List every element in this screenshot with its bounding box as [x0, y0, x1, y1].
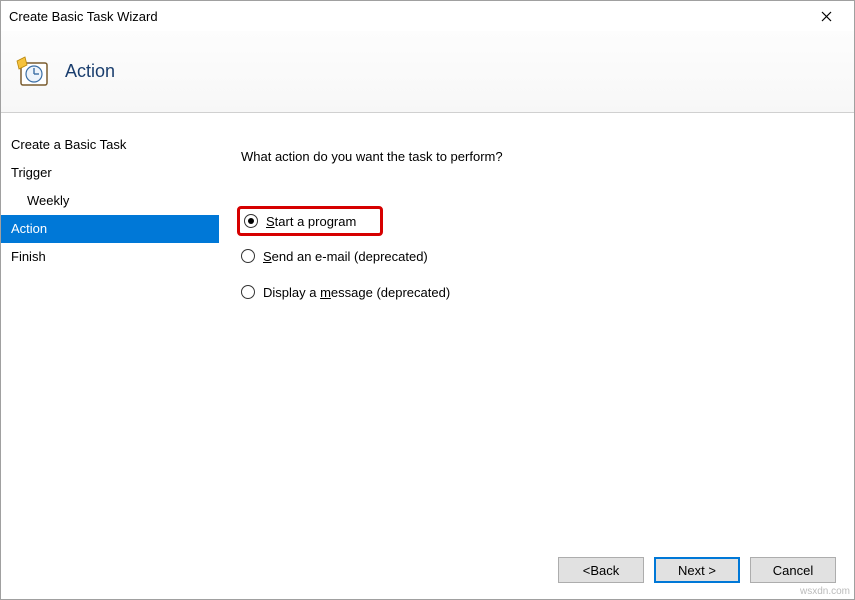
sidebar-item[interactable]: Trigger: [1, 159, 219, 187]
button-bar: < Back Next > Cancel: [558, 557, 836, 583]
radio-icon: [241, 249, 255, 263]
sidebar-item[interactable]: Create a Basic Task: [1, 131, 219, 159]
radio-icon: [244, 214, 258, 228]
radio-label: Display a message (deprecated): [263, 285, 450, 300]
sidebar-item[interactable]: Weekly: [1, 187, 219, 215]
wizard-sidebar: Create a Basic TaskTriggerWeeklyActionFi…: [1, 113, 219, 599]
radio-label: Send an e-mail (deprecated): [263, 249, 428, 264]
watermark: wsxdn.com: [800, 586, 850, 597]
wizard-body: Create a Basic TaskTriggerWeeklyActionFi…: [1, 113, 854, 599]
wizard-window: Create Basic Task Wizard Action Create a…: [0, 0, 855, 600]
radio-option[interactable]: Send an e-mail (deprecated): [241, 240, 834, 272]
close-icon: [821, 11, 832, 22]
radio-label: Start a program: [266, 214, 356, 229]
close-button[interactable]: [806, 2, 846, 30]
task-scheduler-icon: [15, 55, 49, 89]
sidebar-item[interactable]: Finish: [1, 243, 219, 271]
wizard-header: Action: [1, 31, 854, 113]
next-button[interactable]: Next >: [654, 557, 740, 583]
cancel-button[interactable]: Cancel: [750, 557, 836, 583]
wizard-content: What action do you want the task to perf…: [219, 113, 854, 599]
radio-option[interactable]: Display a message (deprecated): [241, 276, 834, 308]
radio-group: Start a program Send an e-mail (deprecate…: [241, 206, 834, 308]
sidebar-item[interactable]: Action: [1, 215, 219, 243]
titlebar: Create Basic Task Wizard: [1, 1, 854, 31]
back-button[interactable]: < Back: [558, 557, 644, 583]
radio-icon: [241, 285, 255, 299]
radio-option[interactable]: Start a program: [237, 206, 383, 236]
window-title: Create Basic Task Wizard: [9, 9, 806, 24]
prompt-text: What action do you want the task to perf…: [241, 149, 834, 164]
page-title: Action: [65, 61, 115, 82]
